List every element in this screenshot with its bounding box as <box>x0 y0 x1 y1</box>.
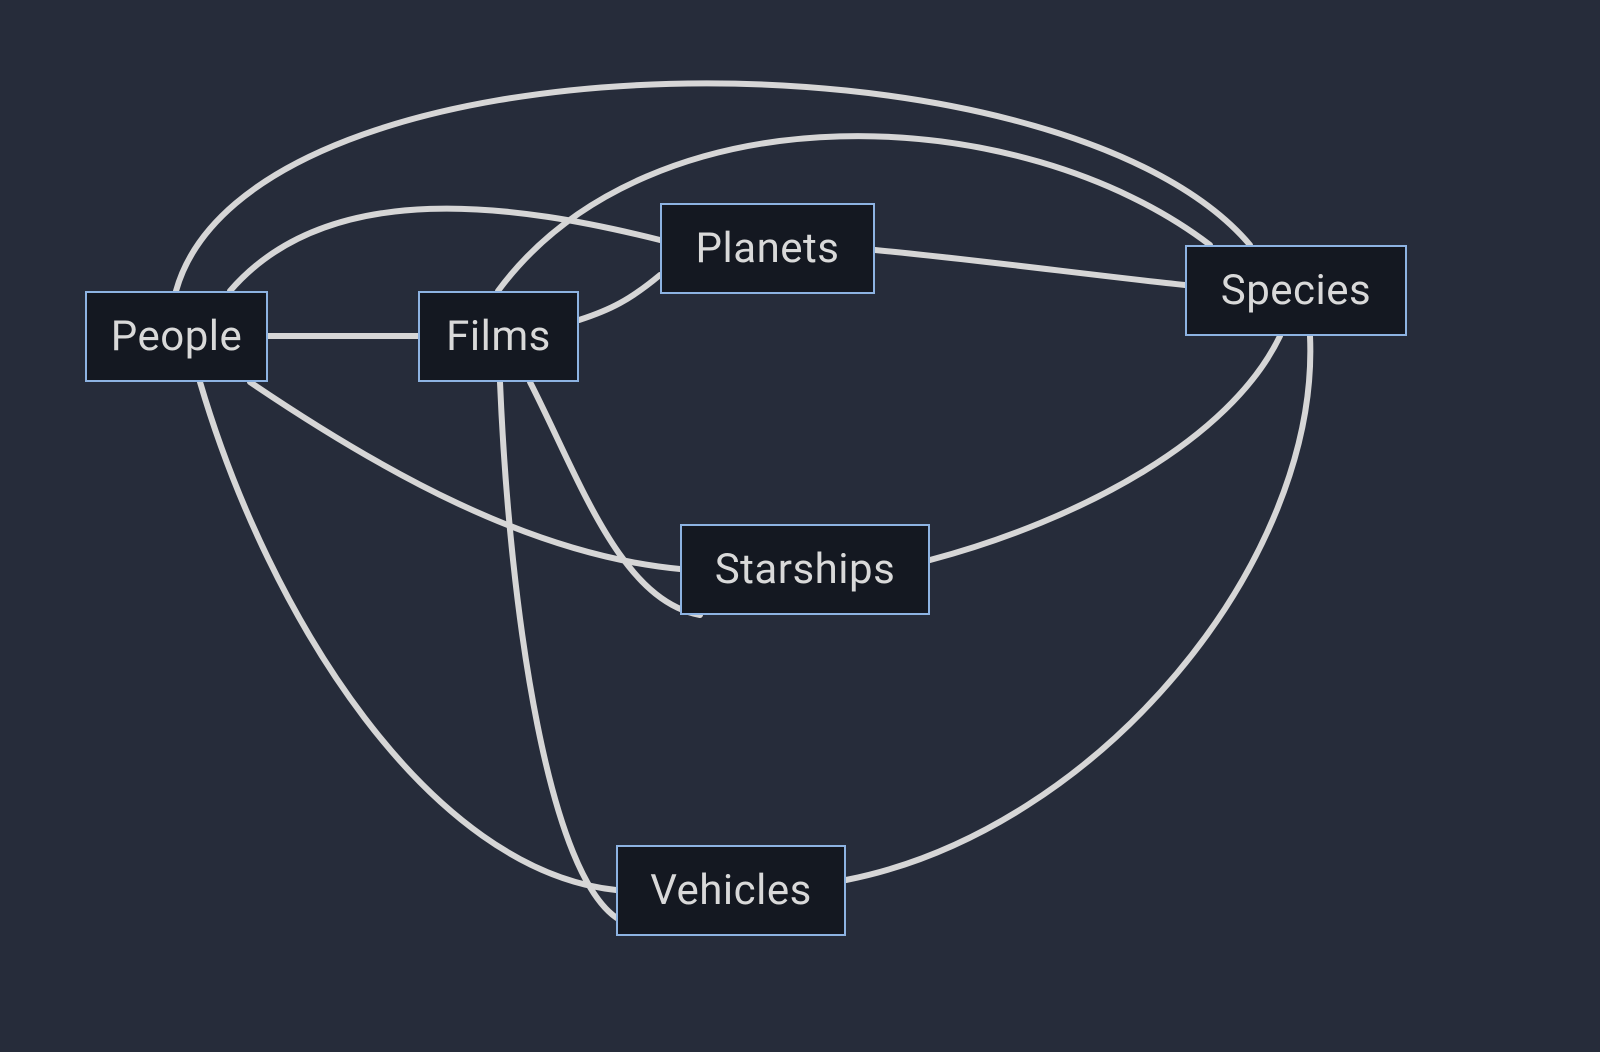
diagram-canvas: People Films Planets Starships Vehicles … <box>0 0 1600 1052</box>
node-people[interactable]: People <box>85 291 268 382</box>
node-label: Vehicles <box>650 866 812 915</box>
edge-people-vehicles <box>200 382 616 890</box>
node-planets[interactable]: Planets <box>660 203 875 294</box>
edge-planets-species <box>875 250 1185 285</box>
node-label: Films <box>446 312 551 361</box>
node-label: Species <box>1221 266 1371 315</box>
edge-films-planets <box>579 275 660 320</box>
node-species[interactable]: Species <box>1185 245 1407 336</box>
edge-starships-species <box>930 336 1280 560</box>
edge-people-starships <box>250 382 680 569</box>
node-vehicles[interactable]: Vehicles <box>616 845 846 936</box>
node-films[interactable]: Films <box>418 291 579 382</box>
edge-films-vehicles <box>500 382 620 920</box>
node-label: People <box>111 312 243 361</box>
edge-people-planets <box>230 209 660 291</box>
edge-films-starships <box>530 382 700 615</box>
node-label: Starships <box>715 545 896 594</box>
node-starships[interactable]: Starships <box>680 524 930 615</box>
node-label: Planets <box>696 224 840 273</box>
